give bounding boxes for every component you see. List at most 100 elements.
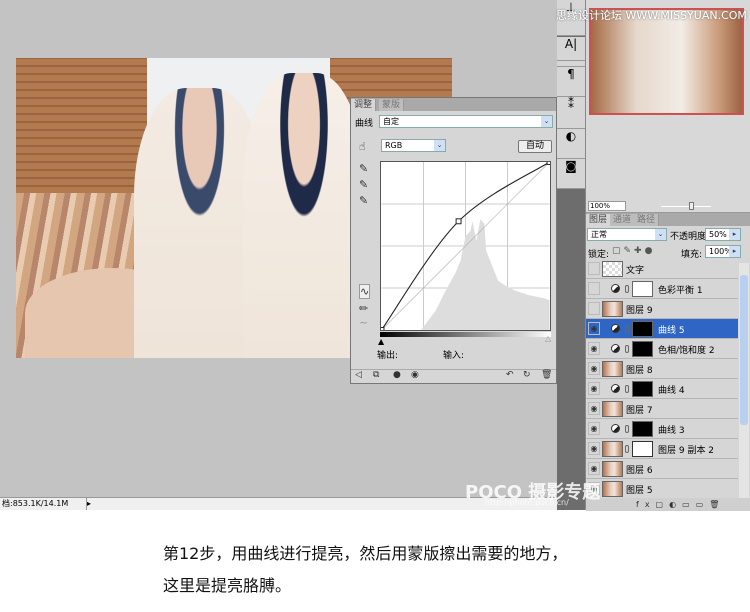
- layer-name: 图层 9: [626, 306, 653, 316]
- visibility-box[interactable]: [588, 302, 600, 315]
- tab-layers[interactable]: 图层: [586, 214, 612, 226]
- link-icon: [625, 445, 629, 453]
- layer-row[interactable]: ◉ 色相/饱和度 2: [586, 339, 738, 359]
- layer-name: 图层 5: [626, 486, 653, 496]
- layers-scrollbar[interactable]: [739, 263, 749, 501]
- tab-adjustments[interactable]: 调整: [351, 99, 377, 111]
- curve-point-icon[interactable]: ∿: [359, 284, 371, 299]
- white-point-slider[interactable]: △: [545, 334, 551, 343]
- tool-strip: ⊥ A| ¶ ⁑ ◐ ◙: [557, 0, 585, 510]
- fill-input[interactable]: 100% ▸: [705, 245, 741, 258]
- zoom-slider-knob[interactable]: [689, 202, 694, 210]
- channel-select[interactable]: RGB ⌄: [381, 139, 446, 152]
- curve-control-point[interactable]: [380, 327, 385, 331]
- link-icon: [625, 325, 629, 333]
- character-icon[interactable]: A|: [557, 37, 585, 67]
- pencil-icon[interactable]: ✏: [359, 302, 368, 315]
- right-panels: 100% 图层 通道 路径 正常 ⌄ 不透明度: 50% ▸ 锁定: ▢✎✚● 填充…: [585, 0, 750, 511]
- auto-button[interactable]: 自动: [518, 140, 552, 153]
- layer-row[interactable]: ◉ 图层 5: [586, 479, 738, 499]
- layer-name: 色相/饱和度 2: [658, 346, 715, 356]
- arrow-right-icon: ▸: [729, 229, 740, 240]
- curve-control-point[interactable]: [546, 161, 551, 165]
- navigator-thumbnail[interactable]: [589, 8, 744, 115]
- eye-icon[interactable]: ◉: [588, 422, 600, 435]
- layer-row[interactable]: 图层 9: [586, 299, 738, 319]
- poco-url-watermark: http://photo.poco.cn/: [485, 498, 569, 507]
- layer-row[interactable]: 文字: [586, 259, 738, 279]
- smooth-icon[interactable]: ~: [359, 316, 368, 329]
- layer-name: 曲线 5: [658, 326, 685, 336]
- hand-adjust-icon[interactable]: ☝: [359, 140, 366, 153]
- layer-name: 曲线 4: [658, 386, 685, 396]
- masks-icon[interactable]: ◙: [557, 159, 585, 189]
- layer-thumbnail: [602, 481, 623, 497]
- layers-bottom-toolbar[interactable]: fx▢◐▭▭🗑: [586, 498, 750, 511]
- input-gradient-bar: [380, 332, 551, 337]
- adjustment-layer-icon: [611, 344, 620, 353]
- eye-icon[interactable]: ◉: [588, 402, 600, 415]
- layer-row[interactable]: ◉ 曲线 5: [586, 319, 738, 339]
- layer-name: 曲线 3: [658, 426, 685, 436]
- layer-name: 文字: [626, 266, 645, 276]
- layer-thumbnail: [602, 401, 623, 417]
- gray-eyedropper-icon[interactable]: ✎: [359, 178, 368, 191]
- paragraph-icon[interactable]: ¶: [557, 67, 585, 97]
- blend-mode-select[interactable]: 正常 ⌄: [587, 228, 667, 241]
- chevron-down-icon: ⌄: [434, 140, 445, 151]
- link-icon: [625, 385, 629, 393]
- opacity-input[interactable]: 50% ▸: [705, 228, 741, 241]
- lock-icons[interactable]: ▢✎✚●: [612, 246, 655, 256]
- eye-icon[interactable]: ◉: [588, 342, 600, 355]
- layer-row[interactable]: ◉ 图层 7: [586, 399, 738, 419]
- white-eyedropper-icon[interactable]: ✎: [359, 194, 368, 207]
- black-eyedropper-icon[interactable]: ✎: [359, 162, 368, 175]
- visibility-box[interactable]: [588, 262, 600, 275]
- doc-size: 档:853.1K/14.1M: [2, 499, 69, 508]
- link-icon: [625, 285, 629, 293]
- eye-icon[interactable]: ◉: [588, 382, 600, 395]
- layers-panel: 图层 通道 路径 正常 ⌄ 不透明度: 50% ▸ 锁定: ▢✎✚● 填充: 100…: [586, 212, 750, 511]
- layer-row[interactable]: ◉ 曲线 4: [586, 379, 738, 399]
- brushes-icon[interactable]: ⁑: [557, 97, 585, 129]
- visibility-box[interactable]: [588, 282, 600, 295]
- zoom-input[interactable]: 100%: [588, 201, 626, 211]
- mask-thumbnail: [632, 341, 653, 357]
- chevron-down-icon: ⌄: [541, 116, 552, 127]
- clip-icon[interactable]: ⧉: [373, 370, 379, 380]
- eye-icon[interactable]: ◉: [588, 462, 600, 475]
- trash-icon[interactable]: 🗑: [541, 370, 552, 380]
- curve-graph[interactable]: [380, 161, 551, 331]
- curves-title: 曲线: [355, 119, 374, 129]
- layer-row[interactable]: ◉ 图层 6: [586, 459, 738, 479]
- tab-paths[interactable]: 路径: [634, 214, 660, 226]
- zoom-slider[interactable]: [661, 206, 711, 207]
- eye-icon[interactable]: ◉: [411, 370, 419, 380]
- eye-icon[interactable]: ◉: [588, 442, 600, 455]
- mask-thumbnail: [632, 421, 653, 437]
- black-point-slider[interactable]: ▲: [378, 337, 384, 346]
- tab-channels[interactable]: 通道: [610, 214, 636, 226]
- blend-mode-value: 正常: [591, 230, 607, 239]
- reset-icon[interactable]: ↻: [523, 370, 531, 380]
- layer-row[interactable]: ◉ 图层 8: [586, 359, 738, 379]
- caption: 第12步，用曲线进行提亮，然后用蒙版擦出需要的地方， 这里是提亮胳膊。: [163, 538, 567, 602]
- curve-control-point[interactable]: [455, 218, 462, 225]
- adjustments-icon[interactable]: ◐: [557, 129, 585, 159]
- layer-row[interactable]: 色彩平衡 1: [586, 279, 738, 299]
- layer-row[interactable]: ◉ 图层 9 副本 2: [586, 439, 738, 459]
- layer-thumbnail: [602, 361, 623, 377]
- preset-select[interactable]: 自定 ⌄: [379, 115, 553, 128]
- adjustment-layer-icon: [611, 284, 620, 293]
- eye-icon[interactable]: ◉: [588, 362, 600, 375]
- layer-row[interactable]: ◉ 曲线 3: [586, 419, 738, 439]
- layer-name: 图层 6: [626, 466, 653, 476]
- status-menu-arrow[interactable]: ▸: [86, 498, 96, 510]
- preset-value: 自定: [383, 117, 399, 126]
- visibility-toggle-icon[interactable]: ●: [393, 370, 401, 380]
- tab-masks[interactable]: 蒙版: [379, 99, 405, 111]
- eye-icon[interactable]: ◉: [588, 322, 600, 335]
- back-icon[interactable]: ◁: [355, 370, 362, 380]
- previous-state-icon[interactable]: ↶: [506, 370, 514, 380]
- curves-bottom-toolbar: ◁ ⧉ ● ◉ ↶ ↻ 🗑: [351, 369, 556, 383]
